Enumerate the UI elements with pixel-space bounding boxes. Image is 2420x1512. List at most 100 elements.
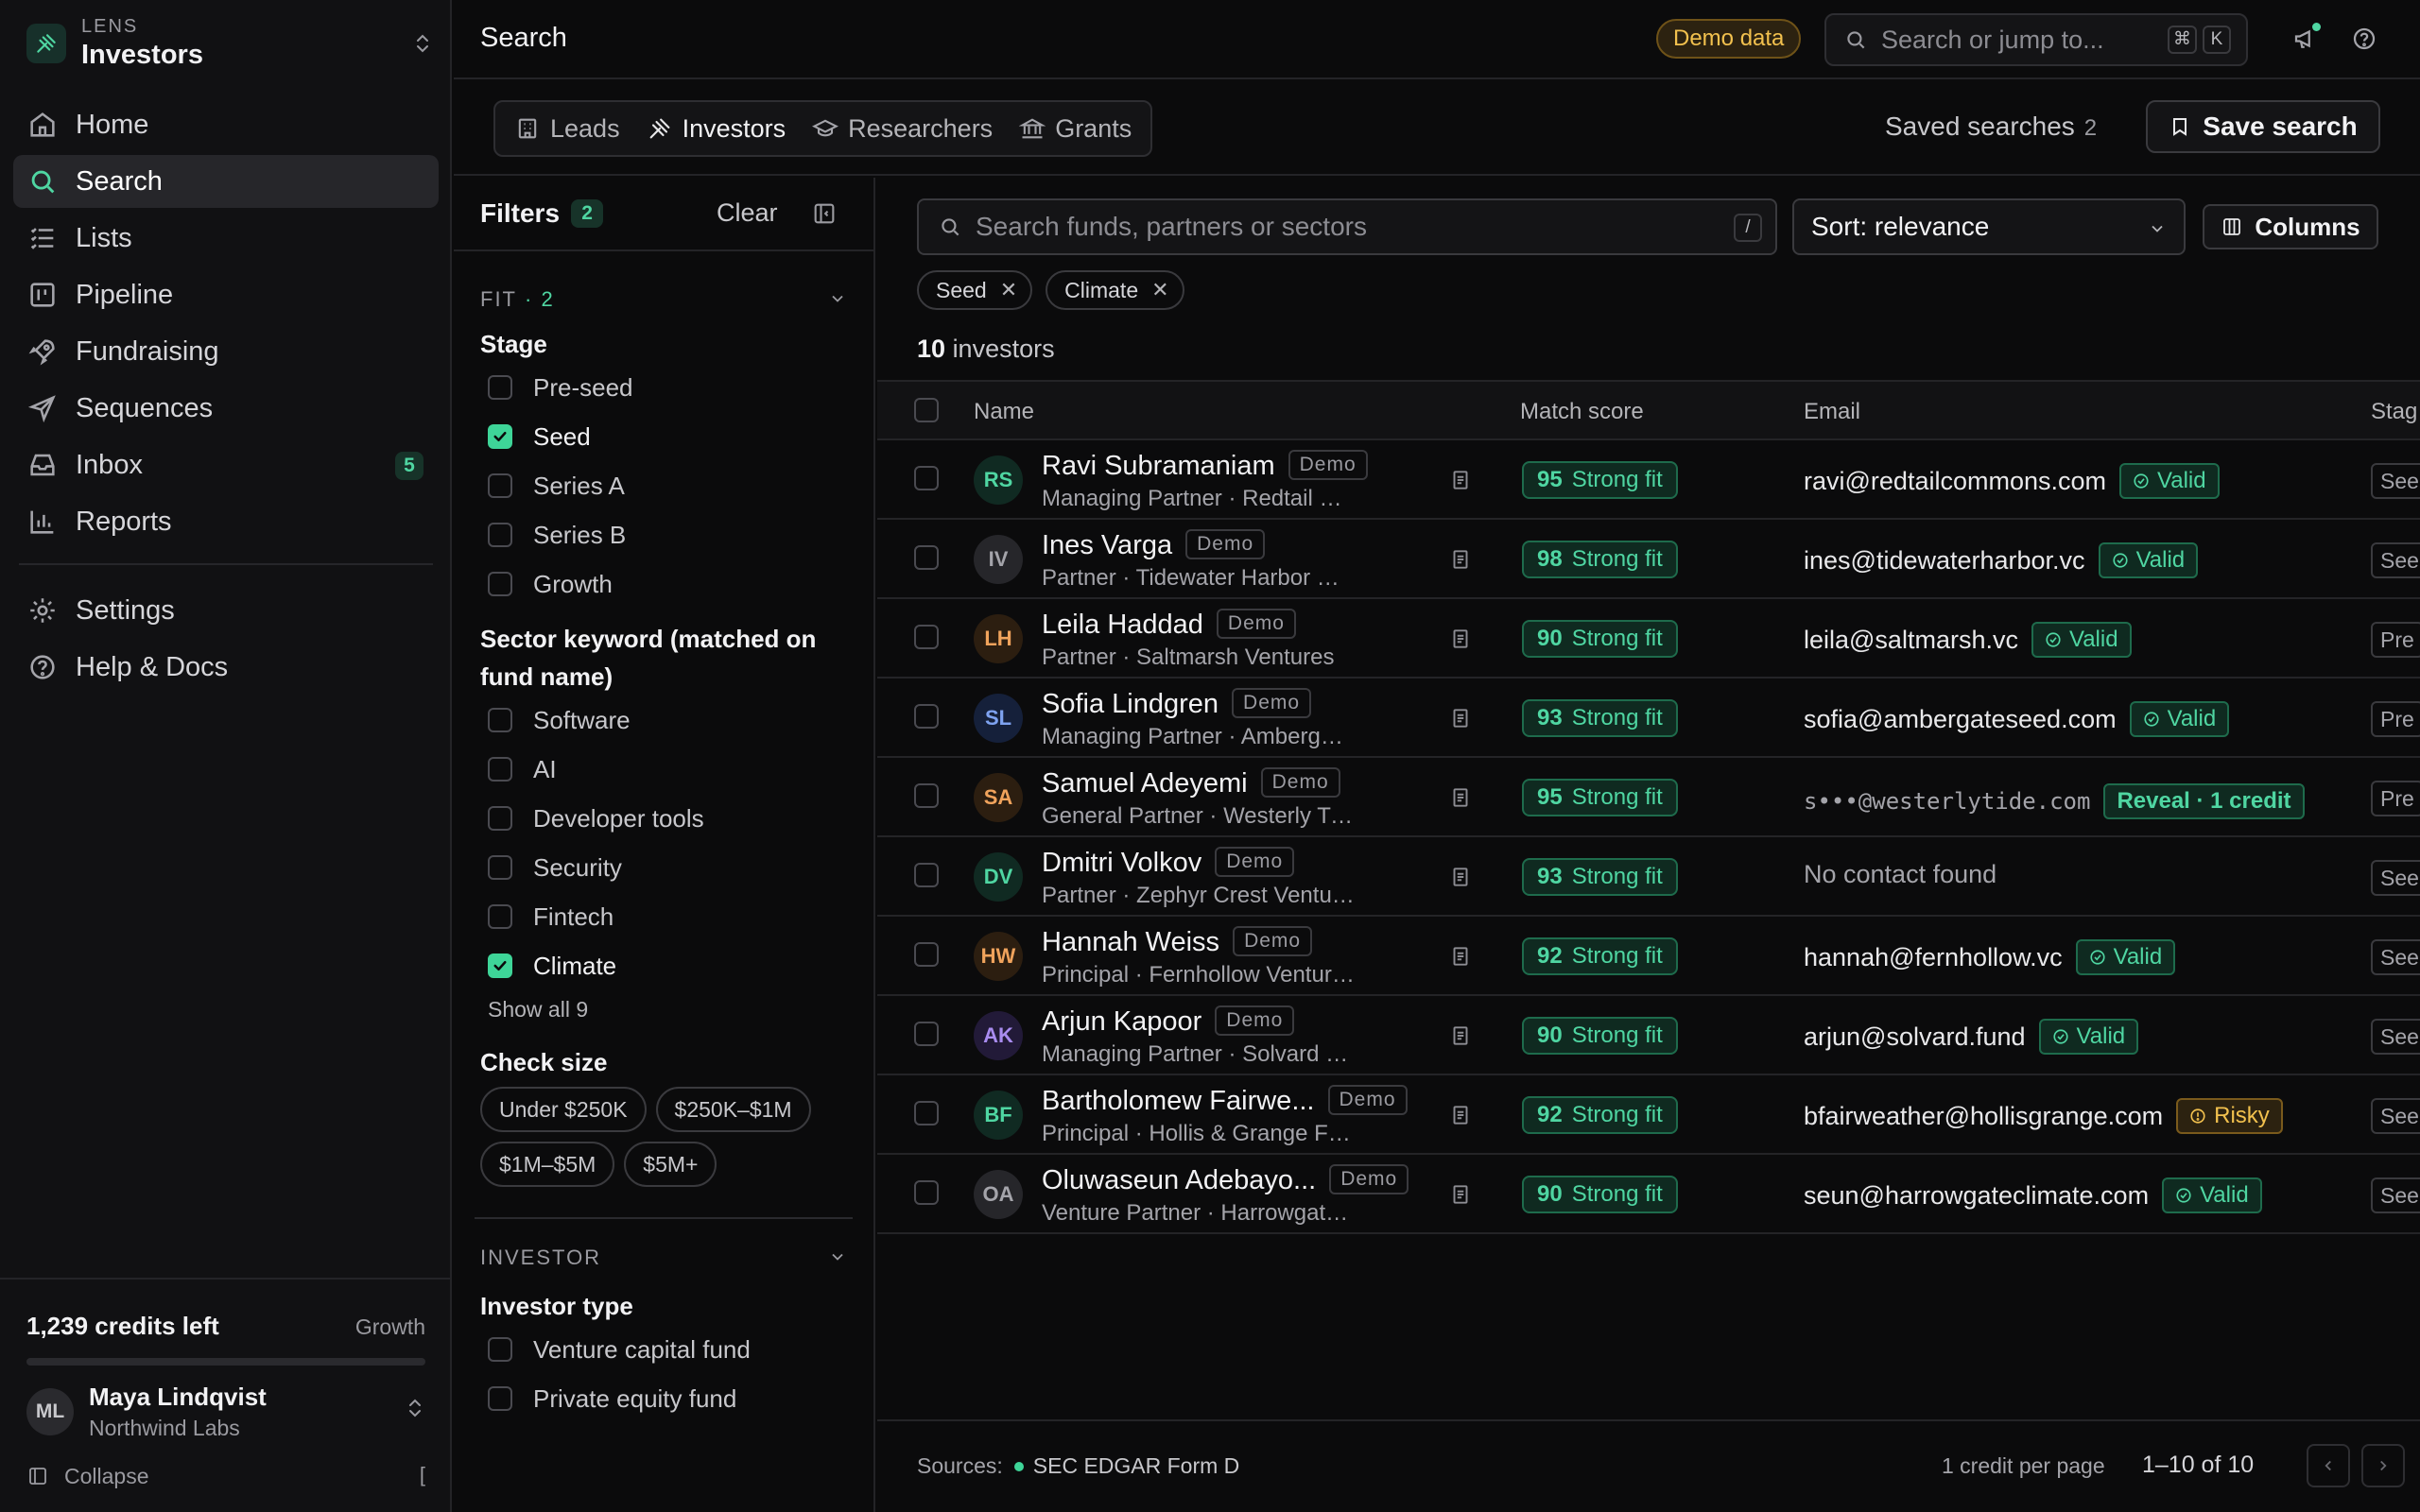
notes-button[interactable] (1448, 546, 1473, 577)
remove-tag-icon[interactable]: ✕ (1000, 278, 1017, 302)
column-header-name[interactable]: Name (974, 399, 1034, 425)
tab-investors[interactable]: Investors (633, 107, 800, 150)
table-row[interactable]: LH Leila Haddad Demo Partner · Saltmarsh Ve… (877, 599, 2420, 679)
save-search-button[interactable]: Save search (2146, 100, 2380, 153)
email-cell[interactable]: bfairweather@hollisgrange.com Risky (1804, 1098, 2283, 1134)
table-row[interactable]: IV Ines Varga Demo Partner · Tidewater Harb… (877, 520, 2420, 599)
nav-item-settings[interactable]: Settings (13, 584, 439, 637)
table-row[interactable]: SA Samuel Adeyemi Demo General Partner · We… (877, 758, 2420, 837)
results-search-input[interactable]: Search funds, partners or sectors / (917, 198, 1777, 255)
sector-option[interactable]: Climate (454, 941, 873, 990)
table-row[interactable]: SL Sofia Lindgren Demo Managing Partner · A… (877, 679, 2420, 758)
sector-option[interactable]: AI (454, 745, 873, 794)
fit-section-toggle[interactable]: FIT · 2 (454, 285, 873, 314)
checkbox[interactable] (488, 572, 512, 596)
email-cell[interactable]: hannah@fernhollow.vc Valid (1804, 939, 2176, 975)
stage-option[interactable]: Growth (454, 559, 873, 609)
email-cell[interactable]: seun@harrowgateclimate.com Valid (1804, 1177, 2262, 1213)
reveal-email-button[interactable]: Reveal · 1 credit (2103, 783, 2305, 819)
investor-section-toggle[interactable]: INVESTOR (454, 1244, 873, 1272)
notes-button[interactable] (1448, 1181, 1473, 1212)
table-row[interactable]: OA Oluwaseun Adebayo... Demo Venture Partne… (877, 1155, 2420, 1234)
collapse-filters-button[interactable] (811, 200, 838, 232)
sector-option[interactable]: Developer tools (454, 794, 873, 843)
row-checkbox[interactable] (914, 1180, 939, 1205)
clear-filters-button[interactable]: Clear (717, 198, 778, 228)
sector-option[interactable]: Fintech (454, 892, 873, 941)
announcements-button[interactable] (2291, 23, 2322, 55)
tab-researchers[interactable]: Researchers (799, 107, 1006, 150)
investor-type-option[interactable]: Venture capital fund (454, 1325, 873, 1374)
email-cell[interactable]: leila@saltmarsh.vc Valid (1804, 622, 2132, 658)
row-checkbox[interactable] (914, 625, 939, 649)
row-checkbox[interactable] (914, 1022, 939, 1046)
help-button[interactable] (2350, 25, 2380, 55)
column-header-match-score[interactable]: Match score (1520, 399, 1644, 425)
check-size-chip[interactable]: $5M+ (624, 1142, 717, 1187)
nav-item-home[interactable]: Home (13, 98, 439, 151)
select-all-checkbox[interactable] (914, 398, 939, 422)
investor-name-cell[interactable]: Leila Haddad Demo (1042, 609, 1296, 641)
row-checkbox[interactable] (914, 863, 939, 887)
table-row[interactable]: AK Arjun Kapoor Demo Managing Partner · Sol… (877, 996, 2420, 1075)
checkbox[interactable] (488, 473, 512, 498)
checkbox[interactable] (488, 523, 512, 547)
notes-button[interactable] (1448, 1102, 1473, 1133)
investor-name-cell[interactable]: Ines Varga Demo (1042, 529, 1266, 561)
nav-item-fundraising[interactable]: Fundraising (13, 325, 439, 378)
stage-option[interactable]: Pre-seed (454, 363, 873, 412)
investor-name-cell[interactable]: Arjun Kapoor Demo (1042, 1005, 1295, 1038)
email-cell[interactable]: ines@tidewaterharbor.vc Valid (1804, 542, 2199, 578)
sector-option[interactable]: Security (454, 843, 873, 892)
stage-option[interactable]: Series A (454, 461, 873, 510)
stage-option[interactable]: Seed (454, 412, 873, 461)
investor-name-cell[interactable]: Sofia Lindgren Demo (1042, 688, 1312, 720)
notes-button[interactable] (1448, 784, 1473, 816)
row-checkbox[interactable] (914, 1101, 939, 1125)
nav-item-search[interactable]: Search (13, 155, 439, 208)
investor-name-cell[interactable]: Bartholomew Fairwe... Demo (1042, 1085, 1408, 1117)
table-row[interactable]: BF Bartholomew Fairwe... Demo Principal · H… (877, 1075, 2420, 1155)
table-row[interactable]: HW Hannah Weiss Demo Principal · Fernhollow… (877, 917, 2420, 996)
investor-name-cell[interactable]: Ravi Subramaniam Demo (1042, 450, 1368, 482)
user-menu[interactable]: ML Maya Lindqvist Northwind Labs (26, 1382, 425, 1442)
notes-button[interactable] (1448, 1022, 1473, 1054)
row-checkbox[interactable] (914, 545, 939, 570)
checkbox[interactable] (488, 954, 512, 978)
email-cell[interactable]: arjun@solvard.fund Valid (1804, 1019, 2139, 1055)
investor-type-option[interactable]: Private equity fund (454, 1374, 873, 1423)
check-size-chip[interactable]: Under $250K (480, 1087, 647, 1132)
notes-button[interactable] (1448, 467, 1473, 498)
investor-name-cell[interactable]: Samuel Adeyemi Demo (1042, 767, 1340, 799)
nav-item-reports[interactable]: Reports (13, 495, 439, 548)
email-cell[interactable]: ravi@redtailcommons.com Valid (1804, 463, 2220, 499)
nav-item-help[interactable]: Help & Docs (13, 641, 439, 694)
row-checkbox[interactable] (914, 942, 939, 967)
investor-name-cell[interactable]: Dmitri Volkov Demo (1042, 847, 1295, 879)
collapse-sidebar-button[interactable]: Collapse [ (26, 1461, 425, 1491)
nav-item-inbox[interactable]: Inbox 5 (13, 438, 439, 491)
row-checkbox[interactable] (914, 466, 939, 490)
checkbox[interactable] (488, 904, 512, 929)
notes-button[interactable] (1448, 705, 1473, 736)
previous-page-button[interactable] (2307, 1444, 2350, 1487)
checkbox[interactable] (488, 855, 512, 880)
checkbox[interactable] (488, 375, 512, 400)
row-checkbox[interactable] (914, 704, 939, 729)
checkbox[interactable] (488, 757, 512, 782)
sort-select[interactable]: Sort: relevance (1792, 198, 2186, 255)
nav-item-pipeline[interactable]: Pipeline (13, 268, 439, 321)
tab-grants[interactable]: Grants (1006, 107, 1145, 150)
checkbox[interactable] (488, 806, 512, 831)
nav-item-sequences[interactable]: Sequences (13, 382, 439, 435)
remove-tag-icon[interactable]: ✕ (1151, 278, 1168, 302)
notes-button[interactable] (1448, 864, 1473, 895)
notes-button[interactable] (1448, 626, 1473, 657)
investor-name-cell[interactable]: Oluwaseun Adebayo... Demo (1042, 1164, 1409, 1196)
stage-option[interactable]: Series B (454, 510, 873, 559)
saved-searches-link[interactable]: Saved searches 2 (1885, 112, 2097, 142)
tab-leads[interactable]: Leads (501, 107, 633, 150)
column-header-email[interactable]: Email (1804, 399, 1860, 425)
checkbox[interactable] (488, 1337, 512, 1362)
nav-item-lists[interactable]: Lists (13, 212, 439, 265)
